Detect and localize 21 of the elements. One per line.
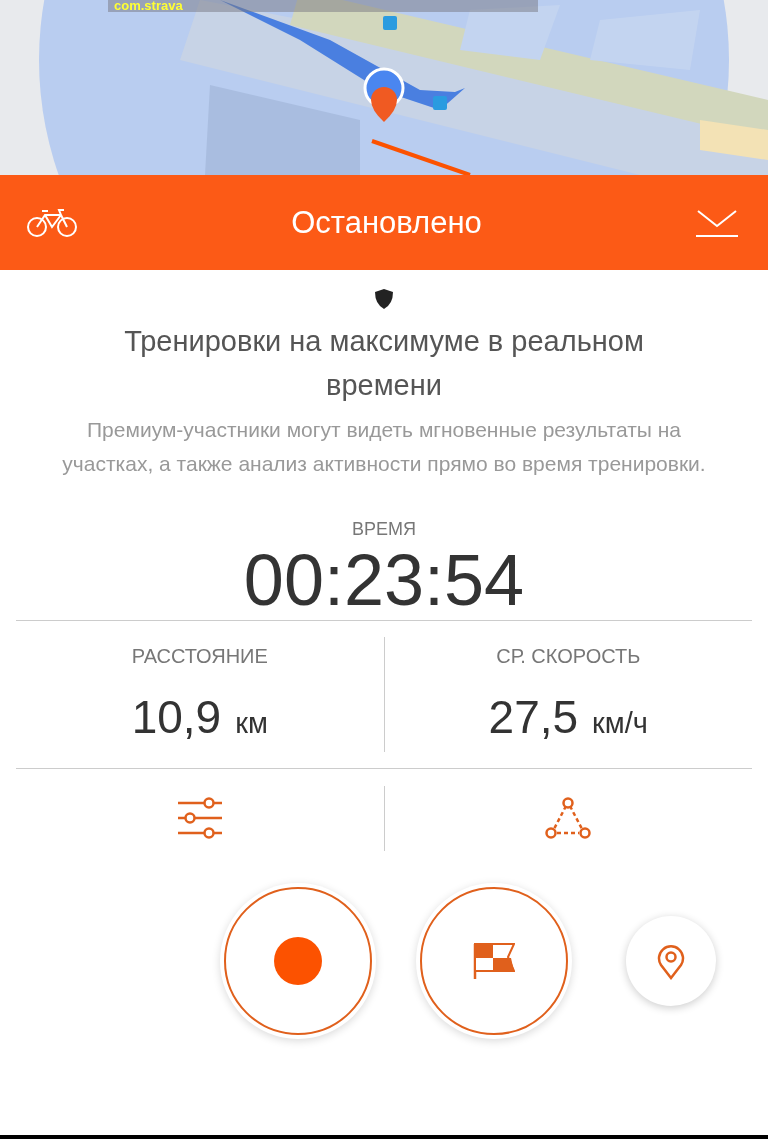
stat-unit: км (235, 707, 268, 740)
route-triangle-icon[interactable] (545, 797, 592, 839)
collapse-icon[interactable] (696, 207, 738, 238)
status-title: Остановлено (291, 204, 482, 241)
stat-value: 10,9 (131, 690, 222, 744)
promo-title: Тренировки на максимуме в реальном времени (123, 324, 645, 403)
package-label: com.strava (108, 0, 538, 12)
sliders-icon[interactable] (176, 797, 223, 839)
record-icon (274, 937, 322, 985)
stat-unit: км/ч (592, 707, 648, 740)
stat-value: 27,5 (488, 690, 579, 744)
checkered-flag-icon (473, 943, 515, 979)
promo-text: Премиум-участники могут видеть мгновенные результаты на участках, а также анализ активности прямо во время тренировки. (61, 417, 707, 477)
stat-label: РАССТОЯНИЕ (131, 645, 268, 668)
time-value: 00:23:54 (243, 540, 525, 620)
location-button[interactable] (626, 916, 716, 1006)
stat-label: СР. СКОРОСТЬ (496, 645, 641, 668)
time-label: ВРЕМЯ (352, 519, 416, 540)
shield-icon (374, 288, 394, 310)
bicycle-icon (27, 207, 77, 238)
location-pin-icon (656, 942, 686, 980)
